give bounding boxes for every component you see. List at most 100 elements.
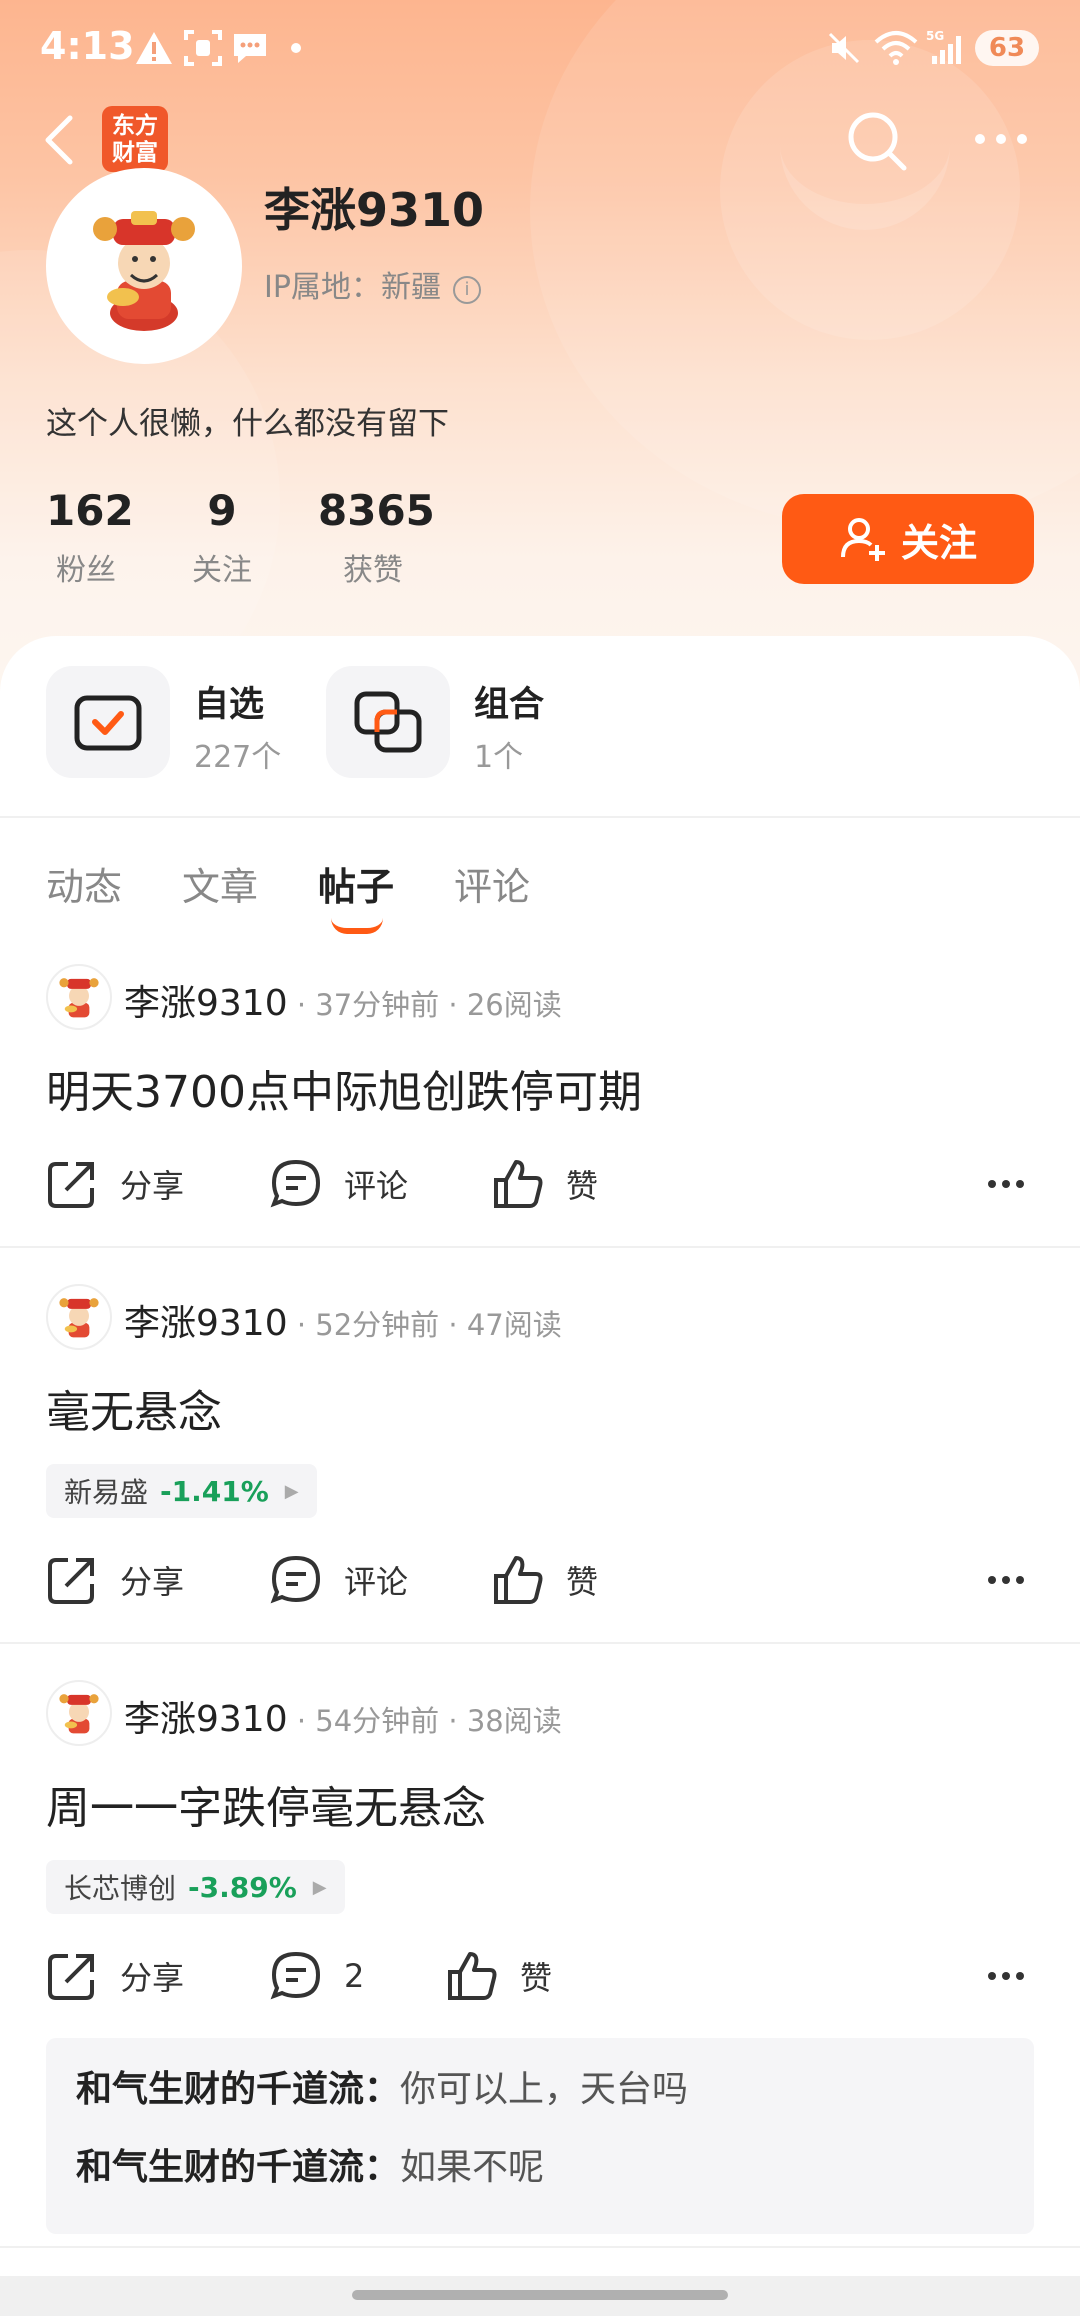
tab-articles[interactable]: 文章 — [182, 856, 258, 911]
comment-button[interactable]: 2 — [270, 1950, 364, 2002]
tab-dynamics[interactable]: 动态 — [46, 856, 122, 911]
post-text[interactable]: 周一一字跌停毫无悬念 — [46, 1772, 486, 1836]
watchlist-icon-box — [46, 666, 170, 778]
post-author[interactable]: 李涨9310 — [124, 1699, 288, 1740]
thumbs-up-icon — [494, 1160, 543, 1208]
comment-author[interactable]: 和气生财的千道流： — [76, 2147, 400, 2188]
stock-change: -3.89% — [188, 1870, 297, 1904]
add-user-icon — [840, 518, 885, 561]
post-author-line: 李涨9310 · 37分钟前 · 26阅读 — [124, 974, 562, 1026]
post-author[interactable]: 李涨9310 — [124, 1303, 288, 1344]
stat-label: 粉丝 — [56, 553, 116, 588]
divider — [0, 1642, 1080, 1644]
post-meta: · 37分钟前 · 26阅读 — [287, 988, 562, 1022]
post-meta: · 52分钟前 · 47阅读 — [287, 1308, 562, 1342]
signal-5g-icon: 5G — [926, 29, 961, 64]
comment-text: 你可以上，天台吗 — [400, 2069, 689, 2110]
post-text[interactable]: 毫无悬念 — [46, 1376, 222, 1440]
comment-label: 评论 — [344, 1167, 409, 1205]
mute-icon — [828, 32, 860, 64]
comment-text: 如果不呢 — [400, 2147, 545, 2188]
comment-preview[interactable]: 和气生财的千道流：你可以上，天台吗 — [76, 2058, 1004, 2136]
home-gesture-handle[interactable] — [352, 2290, 728, 2300]
divider — [0, 2246, 1080, 2248]
comment-count: 2 — [344, 1957, 365, 1995]
quick-title: 组合 — [474, 685, 545, 725]
status-bar: 4:13 5G 63 — [0, 0, 1080, 96]
info-icon[interactable]: i — [452, 276, 481, 304]
search-icon[interactable] — [846, 110, 908, 172]
portfolio-icon-box — [326, 666, 450, 778]
comment-button[interactable]: 评论 — [270, 1158, 408, 1210]
share-icon — [48, 1954, 94, 2000]
post-more-icon[interactable] — [986, 1970, 1026, 1982]
stat-number: 8365 — [318, 486, 435, 535]
share-button[interactable]: 分享 — [46, 1950, 184, 2002]
stat-following[interactable]: 9 关注 — [182, 486, 262, 589]
screenshot-icon — [184, 30, 222, 66]
logo-text-line2: 财富 — [112, 140, 158, 166]
share-button[interactable]: 分享 — [46, 1554, 184, 1606]
tab-bar: 动态 文章 帖子 评论 — [0, 846, 1080, 936]
post-author-line: 李涨9310 · 54分钟前 · 38阅读 — [124, 1690, 562, 1742]
play-arrow-icon: ▶ — [284, 1480, 299, 1502]
battery-indicator: 63 — [975, 30, 1039, 66]
post-avatar[interactable] — [46, 1680, 112, 1746]
system-nav-bar — [0, 2276, 1080, 2316]
like-button[interactable]: 赞 — [492, 1554, 598, 1606]
app-logo: 东方 财富 — [102, 106, 168, 172]
ip-location: IP属地：新疆 i — [264, 262, 481, 306]
like-label: 赞 — [566, 1563, 599, 1601]
tab-posts[interactable]: 帖子 — [318, 856, 394, 911]
stat-fans[interactable]: 162 粉丝 — [46, 486, 134, 589]
comment-button[interactable]: 评论 — [270, 1554, 408, 1606]
portfolio-icon — [354, 691, 422, 753]
caishen-avatar-icon — [59, 978, 99, 1018]
back-arrow-icon[interactable] — [40, 112, 80, 168]
stat-likes[interactable]: 8365 获赞 — [318, 486, 435, 589]
post-more-icon[interactable] — [986, 1178, 1026, 1190]
caishen-avatar-icon — [93, 211, 195, 331]
stock-name: 新易盛 — [64, 1476, 149, 1509]
thumbs-up-icon — [494, 1556, 543, 1604]
profile-name: 李涨9310 — [264, 183, 485, 237]
wifi-icon — [874, 31, 918, 65]
like-label: 赞 — [566, 1167, 599, 1205]
share-icon — [48, 1162, 94, 1208]
more-options-icon[interactable] — [972, 124, 1030, 154]
post-avatar[interactable] — [46, 964, 112, 1030]
share-icon — [48, 1558, 94, 1604]
post-text[interactable]: 明天3700点中际旭创跌停可期 — [46, 1056, 642, 1120]
comment-label: 评论 — [344, 1563, 409, 1601]
stock-tag[interactable]: 长芯博创 -3.89% ▶ — [46, 1860, 345, 1914]
comment-preview[interactable]: 和气生财的千道流：如果不呢 — [76, 2136, 1004, 2214]
stat-label: 获赞 — [343, 553, 403, 588]
divider — [0, 816, 1080, 818]
profile-bio: 这个人很懒，什么都没有留下 — [46, 406, 449, 442]
comment-icon — [270, 1159, 321, 1208]
share-label: 分享 — [120, 1959, 185, 1997]
like-button[interactable]: 赞 — [446, 1950, 552, 2002]
share-button[interactable]: 分享 — [46, 1158, 184, 1210]
comment-preview-box[interactable]: 和气生财的千道流：你可以上，天台吗 和气生财的千道流：如果不呢 — [46, 2038, 1034, 2234]
post-avatar[interactable] — [46, 1284, 112, 1350]
post-more-icon[interactable] — [986, 1574, 1026, 1586]
svg-text:5G: 5G — [926, 29, 944, 43]
dot-icon — [291, 43, 301, 53]
post-author[interactable]: 李涨9310 — [124, 983, 288, 1024]
caishen-avatar-icon — [59, 1694, 99, 1734]
post-meta: · 54分钟前 · 38阅读 — [287, 1704, 562, 1738]
comment-author[interactable]: 和气生财的千道流： — [76, 2069, 400, 2110]
avatar[interactable] — [46, 168, 242, 364]
tab-comments[interactable]: 评论 — [454, 856, 530, 911]
like-button[interactable]: 赞 — [492, 1158, 598, 1210]
comment-icon — [270, 1555, 321, 1604]
stock-tag[interactable]: 新易盛 -1.41% ▶ — [46, 1464, 317, 1518]
message-icon — [234, 34, 266, 63]
follow-button[interactable]: 关注 — [782, 494, 1034, 584]
quick-subtitle: 227个 — [194, 740, 282, 775]
thumbs-up-icon — [448, 1952, 497, 2000]
stock-change: -1.41% — [160, 1474, 269, 1508]
ip-location-text: IP属地：新疆 — [264, 270, 441, 305]
caishen-avatar-icon — [59, 1298, 99, 1338]
